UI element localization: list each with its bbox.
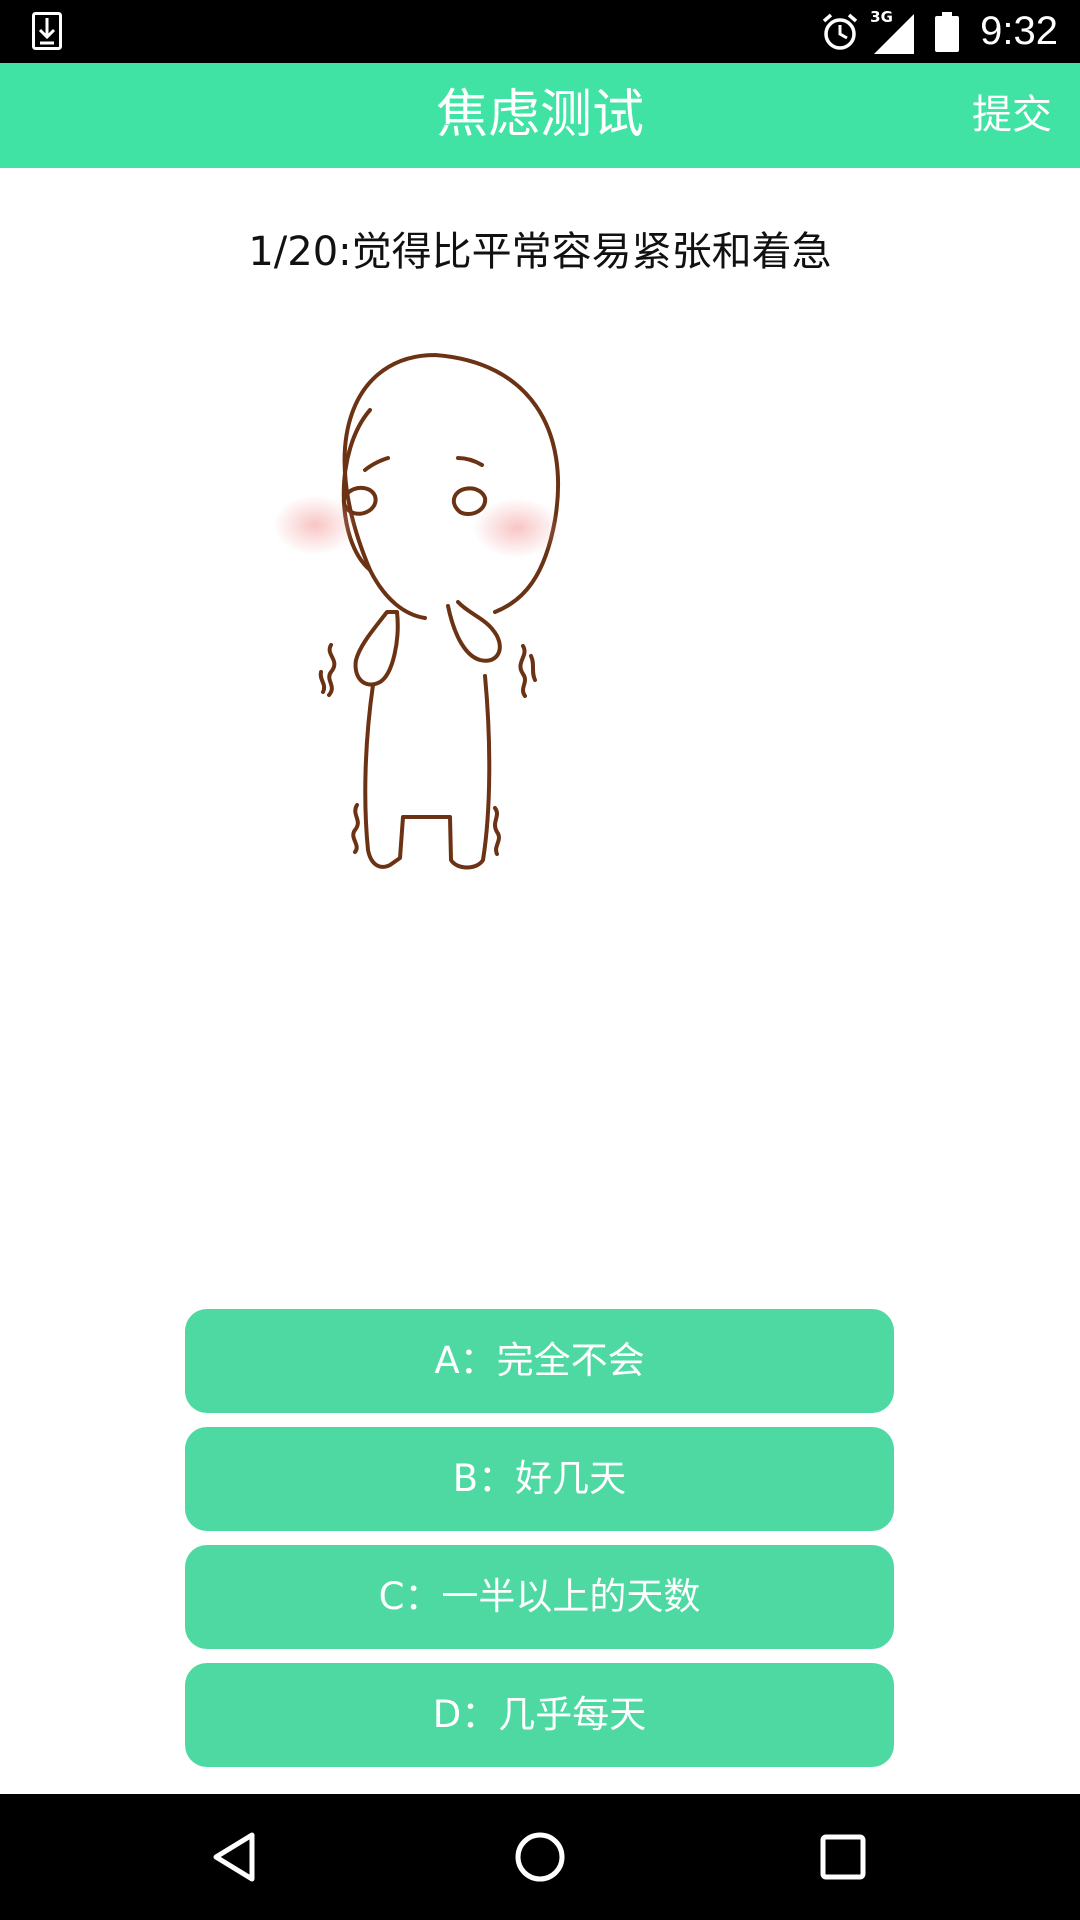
navigation-bar — [0, 1794, 1080, 1920]
alarm-icon — [823, 13, 858, 50]
home-icon[interactable] — [510, 1827, 570, 1887]
page-title: 焦虑测试 — [435, 85, 644, 145]
signal-icon: 3G — [870, 8, 915, 54]
app-bar: 焦虑测试 提交 — [0, 63, 1080, 168]
status-bar: 3G 9:32 — [0, 0, 1080, 63]
submit-button[interactable]: 提交 — [972, 63, 1052, 168]
option-b-button[interactable]: B：好几天 — [185, 1427, 894, 1531]
clock: 9:32 — [980, 9, 1058, 53]
nervous-character-illustration — [273, 353, 561, 870]
option-c-button[interactable]: C：一半以上的天数 — [185, 1545, 894, 1649]
answer-options: A：完全不会 B：好几天 C：一半以上的天数 D：几乎每天 — [185, 1309, 894, 1781]
option-d-button[interactable]: D：几乎每天 — [185, 1663, 894, 1767]
back-icon[interactable] — [206, 1827, 266, 1887]
question-text: 1/20:觉得比平常容易紧张和着急 — [248, 229, 832, 275]
battery-icon — [935, 11, 960, 52]
download-icon — [32, 12, 62, 50]
recents-icon[interactable] — [813, 1827, 873, 1887]
option-a-button[interactable]: A：完全不会 — [185, 1309, 894, 1413]
